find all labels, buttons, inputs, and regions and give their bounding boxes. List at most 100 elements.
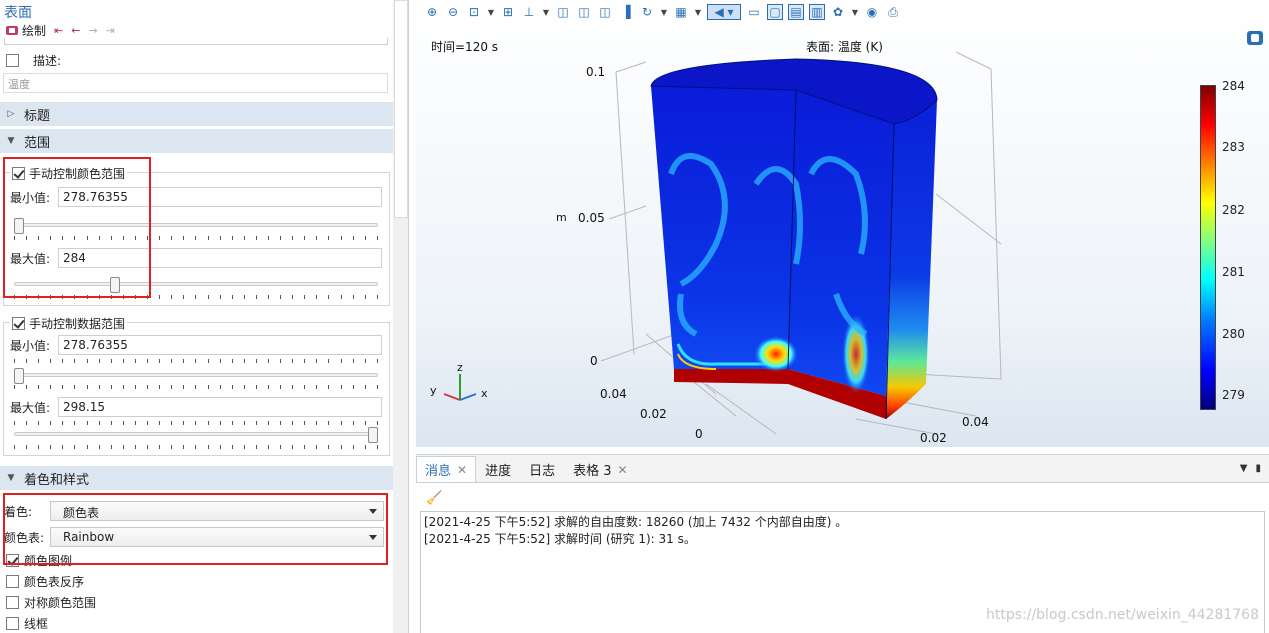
description-input[interactable]: 温度: [3, 73, 388, 93]
tab-progress[interactable]: 进度: [476, 456, 520, 482]
color-max-input[interactable]: 284: [58, 248, 382, 268]
triad-x-label: x: [481, 387, 488, 400]
tick-mark: [183, 421, 185, 425]
color-min-slider-thumb[interactable]: [14, 218, 24, 234]
z-unit-label: m: [556, 211, 567, 224]
tick-mark: [14, 445, 15, 449]
tick-mark: [376, 295, 378, 299]
tick-mark: [364, 359, 366, 363]
wireframe-render-icon[interactable]: ▢: [767, 4, 783, 20]
zoom-out-icon[interactable]: ⊖: [445, 4, 461, 20]
tab-table-3[interactable]: 表格 3 ✕: [564, 456, 636, 482]
symmetric-label: 对称颜色范围: [24, 596, 97, 610]
tick-mark: [304, 445, 306, 449]
tick-mark: [110, 385, 112, 389]
colortable-select-value: Rainbow: [63, 530, 115, 544]
wireframe-checkbox[interactable]: [6, 617, 19, 630]
data-max-input[interactable]: 298.15: [58, 397, 382, 417]
color-range-title[interactable]: 手动控制颜色范围: [10, 165, 128, 182]
rotate-icon[interactable]: ↻: [639, 4, 655, 20]
data-min-slider[interactable]: [14, 368, 378, 384]
zoom-in-icon[interactable]: ⊕: [424, 4, 440, 20]
data-max-slider-thumb[interactable]: [368, 427, 378, 443]
data-min-input[interactable]: 278.76355: [58, 335, 382, 355]
menu-icon[interactable]: ▼: [1240, 463, 1248, 474]
data-max-slider[interactable]: [14, 427, 378, 443]
tick-mark: [328, 445, 330, 449]
slider-track: [14, 373, 378, 377]
color-range-checkbox[interactable]: [12, 167, 25, 180]
tick-mark: [147, 295, 149, 299]
tick-mark: [207, 236, 209, 240]
legend-checkbox[interactable]: [6, 554, 19, 567]
chevron-down-icon[interactable]: ▼: [487, 4, 495, 20]
zoom-extents-icon[interactable]: ⊞: [500, 4, 516, 20]
section-title[interactable]: ▷ 标题: [0, 102, 393, 126]
tick-mark: [183, 385, 185, 389]
colortable-select[interactable]: Rainbow: [50, 527, 384, 547]
expand-icon: ▷: [7, 109, 15, 119]
tick-mark: [267, 236, 269, 240]
3d-plot[interactable]: [416, 24, 1269, 447]
scrollbar-thumb[interactable]: [394, 0, 408, 218]
wireframe-option[interactable]: 线框: [6, 615, 48, 632]
tick-mark: [134, 445, 136, 449]
data-range-checkbox[interactable]: [12, 317, 25, 330]
tab-log[interactable]: 日志: [520, 456, 564, 482]
transparency-icon[interactable]: ▭: [746, 4, 762, 20]
projection-icon[interactable]: ▐: [618, 4, 634, 20]
first-icon[interactable]: ⇤: [54, 24, 63, 37]
xy-view-icon[interactable]: ◫: [555, 4, 571, 20]
xz-view-icon[interactable]: ◫: [597, 4, 613, 20]
dropdown-arrow-icon: [369, 509, 377, 514]
data-range-title[interactable]: 手动控制数据范围: [10, 315, 128, 332]
reset-icon[interactable]: ✿: [830, 4, 846, 20]
camera-icon[interactable]: ◉: [864, 4, 880, 20]
clear-icon[interactable]: 🧹: [426, 491, 442, 506]
tick-mark: [147, 385, 149, 389]
select-icon[interactable]: ▦: [673, 4, 689, 20]
close-icon[interactable]: ✕: [457, 463, 467, 477]
scene-light-icon[interactable]: ◀ ▾: [707, 4, 741, 20]
tick-mark: [316, 385, 318, 389]
color-max-slider-thumb[interactable]: [109, 277, 120, 293]
print-icon[interactable]: ⎙: [885, 4, 901, 20]
previous-icon[interactable]: ←: [71, 24, 80, 37]
next-icon[interactable]: →: [88, 24, 97, 37]
axes-icon[interactable]: ⊥: [521, 4, 537, 20]
watermark: https://blog.csdn.net/weixin_44281768: [985, 607, 1259, 623]
tick-mark: [352, 236, 354, 240]
tick-mark: [352, 385, 354, 389]
reverse-checkbox[interactable]: [6, 575, 19, 588]
yz-view-icon[interactable]: ◫: [576, 4, 592, 20]
zoom-box-icon[interactable]: ⊡: [466, 4, 482, 20]
color-min-slider[interactable]: [14, 218, 378, 234]
coloring-select[interactable]: 颜色表: [50, 501, 384, 521]
grid-icon[interactable]: ▤: [788, 4, 804, 20]
legend-option[interactable]: 颜色图例: [6, 552, 72, 569]
chevron-down-icon[interactable]: ▼: [694, 4, 702, 20]
reverse-option[interactable]: 颜色表反序: [6, 573, 84, 590]
tick-mark: [352, 445, 354, 449]
data-min-slider-thumb[interactable]: [14, 368, 24, 384]
legend-icon[interactable]: ▥: [809, 4, 825, 20]
pin-icon[interactable]: ▮: [1255, 463, 1261, 474]
plot-button[interactable]: 绘制: [6, 22, 46, 39]
tick-mark: [340, 385, 342, 389]
symmetric-option[interactable]: 对称颜色范围: [6, 594, 96, 611]
tick-mark: [231, 421, 233, 425]
color-max-slider[interactable]: [14, 277, 378, 293]
chevron-down-icon[interactable]: ▼: [660, 4, 668, 20]
tab-messages[interactable]: 消息 ✕: [416, 456, 477, 482]
last-icon[interactable]: ⇥: [106, 24, 115, 37]
color-min-input[interactable]: 278.76355: [58, 187, 382, 207]
chevron-down-icon[interactable]: ▼: [542, 4, 550, 20]
symmetric-checkbox[interactable]: [6, 596, 19, 609]
section-range[interactable]: ▼ 范围: [0, 129, 393, 153]
description-checkbox[interactable]: [6, 54, 19, 67]
section-range-label: 范围: [24, 135, 51, 151]
section-coloring[interactable]: ▼ 着色和样式: [0, 466, 393, 490]
data-range-group: 手动控制数据范围 最小值: 278.76355 最大值: 298.15: [3, 315, 390, 456]
chevron-down-icon[interactable]: ▼: [851, 4, 859, 20]
close-icon[interactable]: ✕: [618, 463, 628, 477]
